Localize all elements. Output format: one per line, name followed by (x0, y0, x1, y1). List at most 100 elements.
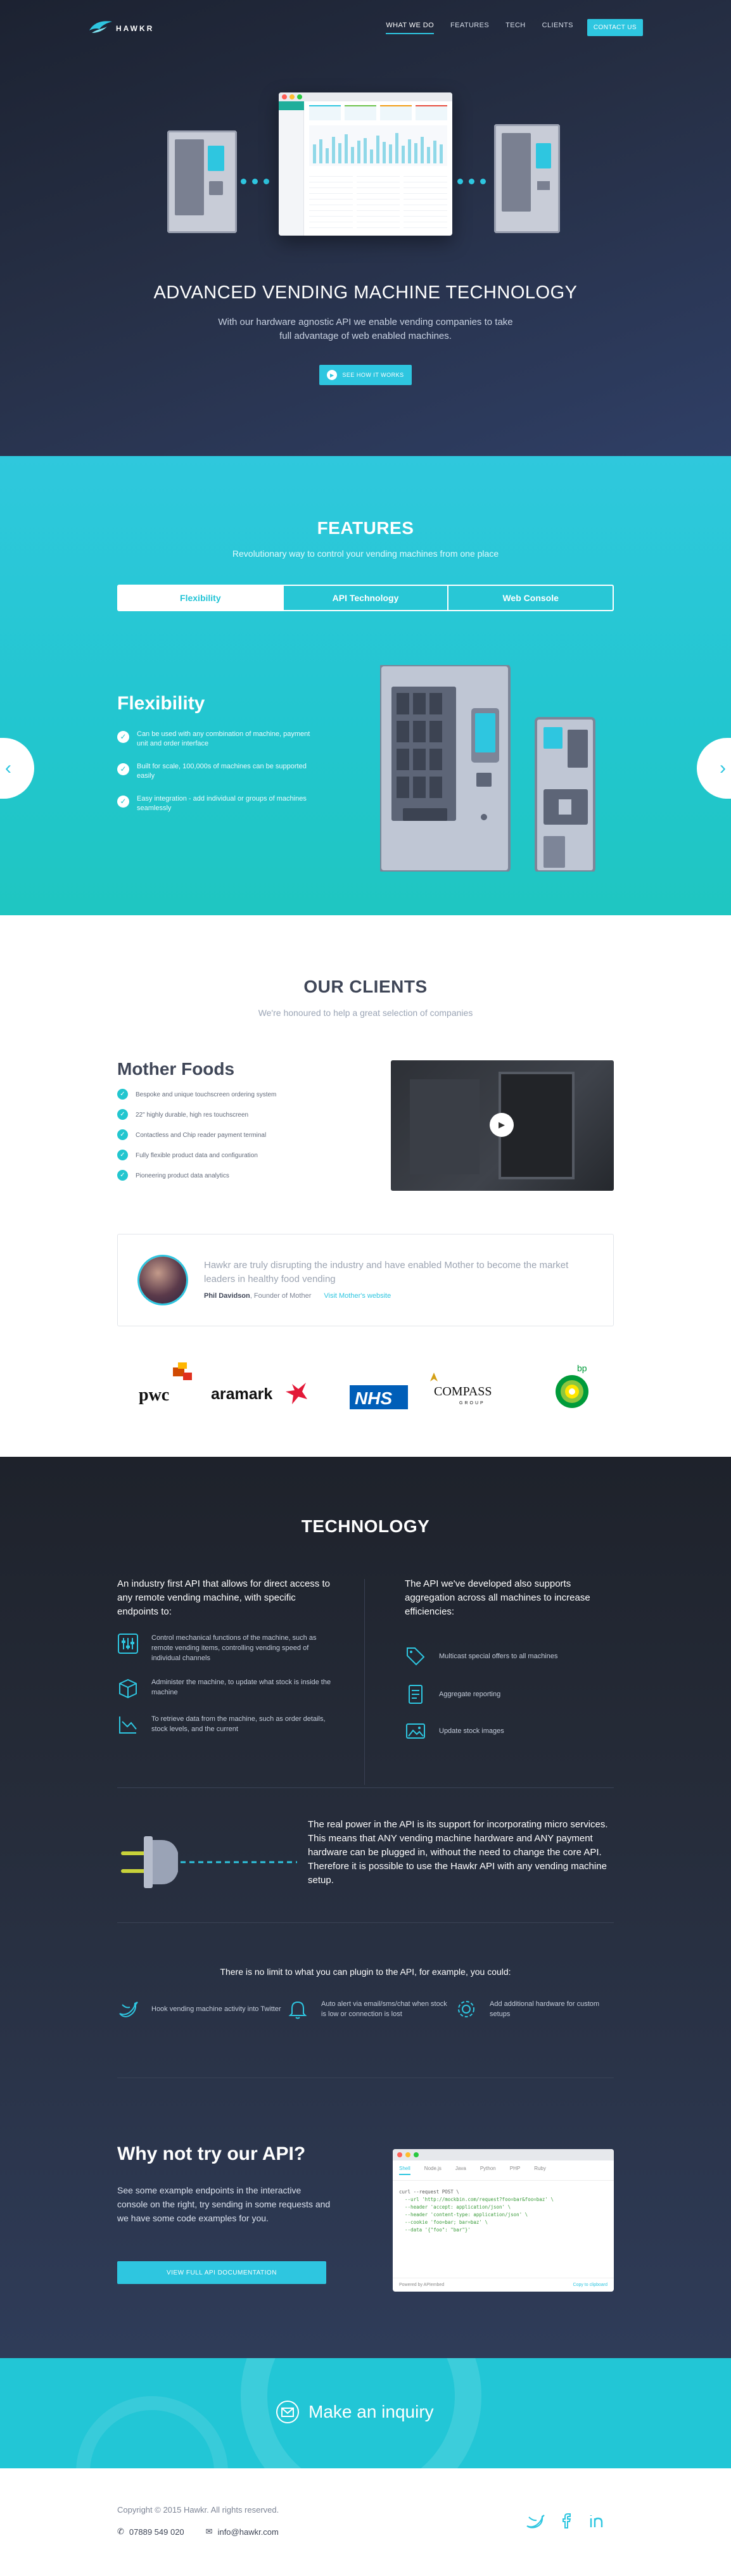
divider (117, 1787, 614, 1788)
check-icon: ✓ (117, 1109, 128, 1120)
tab-api-technology[interactable]: API Technology (282, 586, 448, 610)
nav-item-clients[interactable]: CLIENTS (542, 22, 573, 34)
plugin-description: The real power in the API is its support… (308, 1819, 608, 1886)
nav-item-features[interactable]: FEATURES (450, 22, 489, 34)
list-item: ✓ Fully flexible product data and configu… (117, 1150, 326, 1160)
features-section: FEATURES Revolutionary way to control yo… (0, 456, 731, 915)
tab-nodejs[interactable]: Node.js (424, 2166, 442, 2175)
author-name: Phil Davidson (204, 1292, 250, 1300)
vending-machine-left (167, 130, 237, 233)
code-line: --data '{"foo": "bar"}' (399, 2227, 471, 2233)
clients-subtitle: We're honoured to help a great selection… (258, 1008, 473, 1018)
tab-web-console[interactable]: Web Console (447, 586, 613, 610)
clients-title: OUR CLIENTS (303, 977, 428, 996)
client-video[interactable]: ▶ (391, 1060, 614, 1191)
tech-item: Update stock images (405, 1720, 614, 1742)
nav-item-what-we-do[interactable]: WHAT WE DO (386, 22, 435, 34)
copyright: Copyright © 2015 Hawkr. All rights reser… (117, 2505, 279, 2515)
tab-shell[interactable]: Shell (399, 2166, 410, 2175)
hero-title: ADVANCED VENDING MACHINE TECHNOLOGY (153, 282, 578, 303)
play-icon: ▶ (499, 1120, 505, 1129)
tab-java[interactable]: Java (455, 2166, 466, 2175)
gear-icon (458, 2001, 474, 2017)
plugin-lead: There is no limit to what you can plugin… (220, 1967, 511, 1977)
vending-machine-right (494, 124, 560, 233)
report-icon (409, 1685, 423, 1704)
client-name: Mother Foods (117, 1059, 235, 1079)
code-line: --cookie 'foo=bar; bar=baz' \ (399, 2219, 488, 2225)
aramark-logo: aramark (211, 1383, 307, 1404)
features-tabs: Flexibility API Technology Web Console (117, 585, 614, 611)
dashboard-screenshot (279, 92, 452, 236)
plugin-item: Hook vending machine activity into Twitt… (117, 1998, 282, 2020)
box-icon (119, 1678, 137, 1699)
logo-text: HAWKR (116, 24, 155, 33)
tag-icon (407, 1647, 425, 1666)
nav-item-tech[interactable]: TECH (505, 22, 526, 34)
pwc-logo: pwc (139, 1362, 192, 1405)
phone[interactable]: ✆ 07889 549 020 (117, 2527, 184, 2537)
features-heading: Flexibility (117, 693, 205, 714)
make-inquiry-button[interactable]: Make an inquiry (276, 2400, 434, 2424)
check-icon: ✓ (117, 796, 129, 808)
mail-icon: ✉ (205, 2527, 213, 2536)
features-prev-button[interactable]: ‹ (0, 738, 34, 799)
see-how-it-works-button[interactable]: ▶ SEE HOW IT WORKS (319, 365, 412, 385)
console-tabs: Shell Node.js Java Python PHP Ruby (393, 2160, 614, 2181)
column-divider (364, 1579, 365, 1785)
facebook-icon[interactable] (561, 2513, 573, 2529)
logo[interactable]: HAWKR (88, 18, 158, 38)
copy-to-clipboard-button[interactable]: Copy to clipboard (573, 2283, 607, 2287)
features-title: FEATURES (317, 518, 414, 538)
features-list: ✓ Can be used with any combination of mac… (117, 730, 320, 827)
tab-ruby[interactable]: Ruby (534, 2166, 546, 2175)
image-icon (406, 1723, 425, 1739)
visit-website-link[interactable]: Visit Mother's website (324, 1292, 391, 1300)
code-line: --header 'accept: application/json' \ (399, 2204, 511, 2210)
chevron-right-icon: › (720, 758, 726, 778)
bell-icon (288, 2001, 307, 2019)
linkedin-icon[interactable] (589, 2513, 604, 2528)
client-features-list: ✓ Bespoke and unique touchscreen ordering… (117, 1089, 326, 1191)
play-icon: ▶ (327, 370, 338, 380)
view-api-docs-button[interactable]: VIEW FULL API DOCUMENTATION (117, 2261, 326, 2284)
tech-item: Aggregate reporting (405, 1684, 614, 1705)
check-icon: ✓ (117, 1129, 128, 1140)
list-item: ✓ Can be used with any combination of mac… (117, 730, 320, 749)
list-item: ✓ Easy integration - add individual or gr… (117, 794, 320, 813)
tech-right-lead: The API we've developed also supports ag… (405, 1578, 590, 1617)
hawk-logo-icon (89, 21, 112, 33)
tab-php[interactable]: PHP (510, 2166, 520, 2175)
play-button[interactable]: ▶ (490, 1113, 514, 1137)
client-logos: pwc aramark NHS COMPASS GROUP bp (117, 1359, 614, 1416)
check-icon: ✓ (117, 1150, 128, 1160)
tab-python[interactable]: Python (480, 2166, 496, 2175)
testimonial-quote: Hawkr are truly disrupting the industry … (204, 1260, 569, 1285)
inquiry-section: Make an inquiry (0, 2358, 731, 2468)
technology-title: TECHNOLOGY (301, 1516, 430, 1536)
svg-text:NHS: NHS (355, 1388, 392, 1408)
tech-item: To retrieve data from the machine, such … (117, 1714, 339, 1735)
see-how-it-works-label: SEE HOW IT WORKS (342, 372, 404, 378)
features-subtitle: Revolutionary way to control your vendin… (232, 549, 499, 559)
email[interactable]: ✉ info@hawkr.com (206, 2527, 279, 2537)
svg-text:aramark: aramark (211, 1385, 272, 1403)
twitter-icon[interactable] (526, 2513, 545, 2528)
phone-icon: ✆ (117, 2527, 124, 2536)
features-next-button[interactable]: › (697, 738, 731, 799)
bp-logo: bp (556, 1363, 588, 1408)
contact-us-button[interactable]: CONTACT US (587, 19, 643, 36)
hero-subtitle: With our hardware agnostic API we enable… (218, 317, 513, 341)
tech-left-lead: An industry first API that allows for di… (117, 1578, 330, 1617)
testimonial-author: Phil Davidson, Founder of Mother Visit Mo… (204, 1292, 391, 1300)
tab-flexibility[interactable]: Flexibility (118, 586, 283, 610)
tech-item: Control mechanical functions of the mach… (117, 1633, 339, 1663)
footer: Copyright © 2015 Hawkr. All rights reser… (0, 2468, 731, 2576)
compass-logo: COMPASS GROUP (430, 1373, 492, 1405)
connector-dots-left (241, 179, 269, 184)
api-title: Why not try our API? (117, 2143, 306, 2164)
list-item: ✓ Built for scale, 100,000s of machines c… (117, 762, 320, 781)
clients-section: OUR CLIENTS We're honoured to help a gre… (0, 915, 731, 1457)
plugin-item: Auto alert via email/sms/chat when stock… (287, 1998, 452, 2020)
svg-text:bp: bp (577, 1363, 587, 1373)
